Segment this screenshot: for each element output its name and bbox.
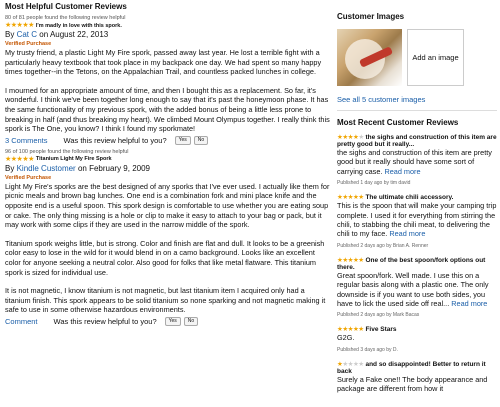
recent-review-body-wrap: G2G. bbox=[337, 333, 497, 342]
add-image-button[interactable]: Add an image bbox=[407, 29, 464, 86]
empty-star-icon: ★★★★ bbox=[342, 360, 364, 368]
recent-review: ★★★★★ the sighs and construction of this… bbox=[337, 133, 497, 186]
review-card: 96 of 100 people found the following rev… bbox=[5, 149, 330, 326]
recent-review-header: ★★★★★ and so disappointed! Better to ret… bbox=[337, 360, 497, 375]
recent-reviews-heading: Most Recent Customer Reviews bbox=[337, 118, 459, 127]
by-label: By bbox=[5, 163, 15, 173]
review-paragraph: My trusty friend, a plastic Light My Fir… bbox=[5, 48, 322, 77]
review-paragraph: Titanium spork weighs little, but is str… bbox=[5, 238, 325, 277]
review-date: on August 22, 2013 bbox=[39, 30, 109, 39]
sidebar: Customer Images Add an image See all 5 c… bbox=[337, 0, 497, 394]
see-all-images-link[interactable]: See all 5 customer images bbox=[337, 95, 497, 104]
divider bbox=[337, 110, 497, 111]
recent-review-header: ★★★★★ the sighs and construction of this… bbox=[337, 133, 497, 148]
review-body: My trusty friend, a plastic Light My Fir… bbox=[5, 48, 330, 134]
review-paragraph: It is not magnetic, I know titanium is n… bbox=[5, 286, 326, 315]
comments-link[interactable]: 3 Comments bbox=[5, 136, 48, 145]
verified-purchase-badge: Verified Purchase bbox=[5, 174, 52, 181]
review-paragraph: I mourned for an appropriate amount of t… bbox=[5, 85, 330, 134]
review-paragraph: Light My Fire's sporks are the best desi… bbox=[5, 181, 330, 230]
byline: By Cat C on August 22, 2013 bbox=[5, 30, 330, 39]
recent-review: ★★★★★ Five Stars G2G. Published 3 days a… bbox=[337, 325, 497, 352]
recent-review-meta: Published 2 days ago by Mark Bacas bbox=[337, 312, 420, 319]
review-actions: Comment Was this review helpful to you? … bbox=[5, 316, 330, 326]
recent-review: ★★★★★ and so disappointed! Better to ret… bbox=[337, 360, 497, 394]
star-rating-icon: ★★★★★ bbox=[337, 256, 364, 264]
recent-review-header: ★★★★★ Five Stars bbox=[337, 325, 497, 333]
section-heading: Most Helpful Customer Reviews bbox=[5, 2, 127, 11]
helpful-question: Was this review helpful to you? bbox=[53, 316, 157, 326]
recent-review-title[interactable]: Five Stars bbox=[365, 326, 396, 333]
verified-purchase-badge: Verified Purchase bbox=[5, 41, 52, 47]
customer-images-heading: Customer Images bbox=[337, 12, 405, 21]
review-body: Light My Fire's sporks are the best desi… bbox=[5, 182, 330, 315]
review-title-link[interactable]: Titanium Light My Fire Spork bbox=[36, 156, 112, 162]
star-rating-icon: ★★★★★ bbox=[337, 194, 364, 202]
recent-review-meta: Published 3 days ago by D. bbox=[337, 346, 398, 353]
recent-review: ★★★★★ The ultimate chili accessory. This… bbox=[337, 193, 497, 249]
star-rating-icon: ★★★★★ bbox=[5, 155, 34, 163]
star-rating-icon: ★★★★★ bbox=[337, 326, 364, 334]
vote-no-button[interactable]: No bbox=[193, 135, 209, 145]
by-label: By bbox=[5, 30, 15, 39]
customer-image-thumbnail[interactable] bbox=[337, 29, 402, 86]
recent-review-body: G2G. bbox=[337, 333, 355, 343]
customer-images-row: Add an image bbox=[337, 29, 497, 86]
byline: By Kindle Customer on February 9, 2009 bbox=[5, 164, 330, 173]
recent-review-header: ★★★★★ The ultimate chili accessory. bbox=[337, 193, 497, 201]
helpful-count: 96 of 100 people found the following rev… bbox=[5, 148, 129, 155]
review-card: 80 of 81 people found the following revi… bbox=[5, 15, 330, 145]
helpful-count: 80 of 81 people found the following revi… bbox=[5, 15, 126, 21]
recent-review-body-wrap: the sighs and construction of this item … bbox=[337, 148, 497, 176]
recent-review-body-wrap: This is the spoon that will make your ca… bbox=[337, 201, 497, 239]
review-date: on February 9, 2009 bbox=[77, 163, 150, 173]
rating-line: ★★★★★ Titanium Light My Fire Spork bbox=[5, 156, 330, 163]
author-link[interactable]: Cat C bbox=[17, 30, 37, 39]
recent-review-body-wrap: Great spoon/fork. Well made. I use this … bbox=[337, 271, 497, 309]
recent-review-meta: Published 1 day ago by tim david bbox=[337, 180, 411, 187]
rating-line: ★★★★★ I'm madly in love with this spork. bbox=[5, 22, 330, 29]
empty-star-icon: ★ bbox=[358, 134, 364, 141]
read-more-link[interactable]: Read more bbox=[384, 167, 420, 176]
recent-review: ★★★★★ One of the best spoon/fork options… bbox=[337, 256, 497, 319]
comments-link[interactable]: Comment bbox=[5, 317, 38, 326]
recent-review-meta: Published 2 days ago by Brian A. Renner bbox=[337, 242, 429, 249]
star-rating-icon: ★★★★ bbox=[337, 134, 359, 141]
recent-review-header: ★★★★★ One of the best spoon/fork options… bbox=[337, 256, 497, 271]
vote-no-button[interactable]: No bbox=[183, 316, 199, 326]
helpful-question: Was this review helpful to you? bbox=[63, 135, 167, 145]
review-actions: 3 Comments Was this review helpful to yo… bbox=[5, 135, 330, 145]
vote-yes-button[interactable]: Yes bbox=[174, 135, 191, 145]
author-link[interactable]: Kindle Customer bbox=[17, 164, 76, 173]
recent-review-title[interactable]: The ultimate chili accessory. bbox=[365, 194, 453, 201]
vote-yes-button[interactable]: Yes bbox=[164, 316, 181, 326]
read-more-link[interactable]: Read more bbox=[451, 299, 487, 308]
recent-review-body: Surely a Fake one!! The body appearance … bbox=[337, 374, 488, 394]
read-more-link[interactable]: Read more bbox=[389, 229, 425, 238]
recent-review-body-wrap: Surely a Fake one!! The body appearance … bbox=[337, 375, 497, 394]
star-rating-icon: ★★★★★ bbox=[5, 22, 34, 29]
most-helpful-reviews: Most Helpful Customer Reviews 80 of 81 p… bbox=[5, 0, 330, 329]
review-title-link[interactable]: I'm madly in love with this spork. bbox=[36, 23, 122, 29]
